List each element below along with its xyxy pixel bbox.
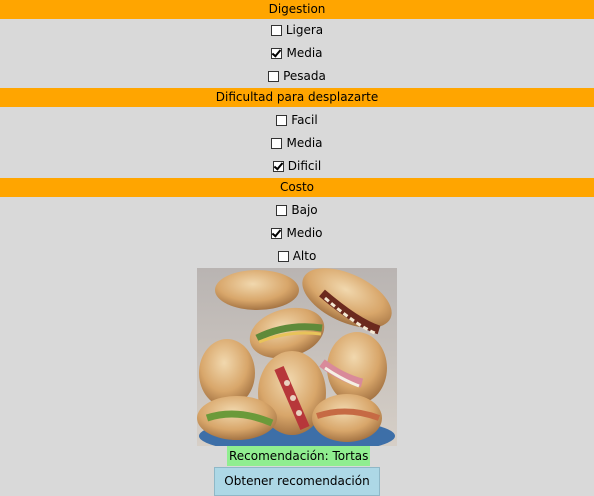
option-label: Dificil bbox=[287, 159, 322, 173]
option-costo-bajo[interactable]: Bajo bbox=[0, 199, 594, 221]
option-label: Media bbox=[286, 136, 323, 150]
option-label: Bajo bbox=[291, 203, 318, 217]
option-digestion-media[interactable]: Media bbox=[0, 42, 594, 64]
option-label: Pesada bbox=[283, 69, 326, 83]
checkbox-icon[interactable] bbox=[276, 114, 288, 126]
checkbox-checked-icon[interactable] bbox=[271, 227, 283, 239]
section-header-dificultad: Dificultad para desplazarte bbox=[0, 88, 594, 107]
section-header-digestion: Digestion bbox=[0, 0, 594, 19]
option-label: Facil bbox=[291, 113, 318, 127]
checkbox-icon[interactable] bbox=[268, 70, 280, 82]
checkbox-icon[interactable] bbox=[270, 24, 282, 36]
checkbox-icon[interactable] bbox=[277, 250, 289, 262]
option-label: Medio bbox=[286, 226, 323, 240]
option-digestion-ligera[interactable]: Ligera bbox=[0, 19, 594, 41]
tortas-photo bbox=[197, 268, 397, 446]
option-dificultad-media[interactable]: Media bbox=[0, 132, 594, 154]
option-dificultad-facil[interactable]: Facil bbox=[0, 109, 594, 131]
checkbox-checked-icon[interactable] bbox=[272, 160, 284, 172]
checkbox-checked-icon[interactable] bbox=[271, 47, 283, 59]
option-dificultad-dificil[interactable]: Dificil bbox=[0, 155, 594, 177]
checkbox-icon[interactable] bbox=[271, 137, 283, 149]
checkbox-icon[interactable] bbox=[276, 204, 288, 216]
option-label: Ligera bbox=[285, 23, 324, 37]
option-costo-medio[interactable]: Medio bbox=[0, 222, 594, 244]
option-label: Media bbox=[286, 46, 323, 60]
section-header-costo: Costo bbox=[0, 178, 594, 197]
recommendation-label: Recomendación: Tortas bbox=[227, 446, 371, 466]
get-recommendation-button[interactable]: Obtener recomendación bbox=[214, 467, 380, 496]
option-label: Alto bbox=[292, 249, 317, 263]
option-costo-alto[interactable]: Alto bbox=[0, 245, 594, 267]
option-digestion-pesada[interactable]: Pesada bbox=[0, 65, 594, 87]
